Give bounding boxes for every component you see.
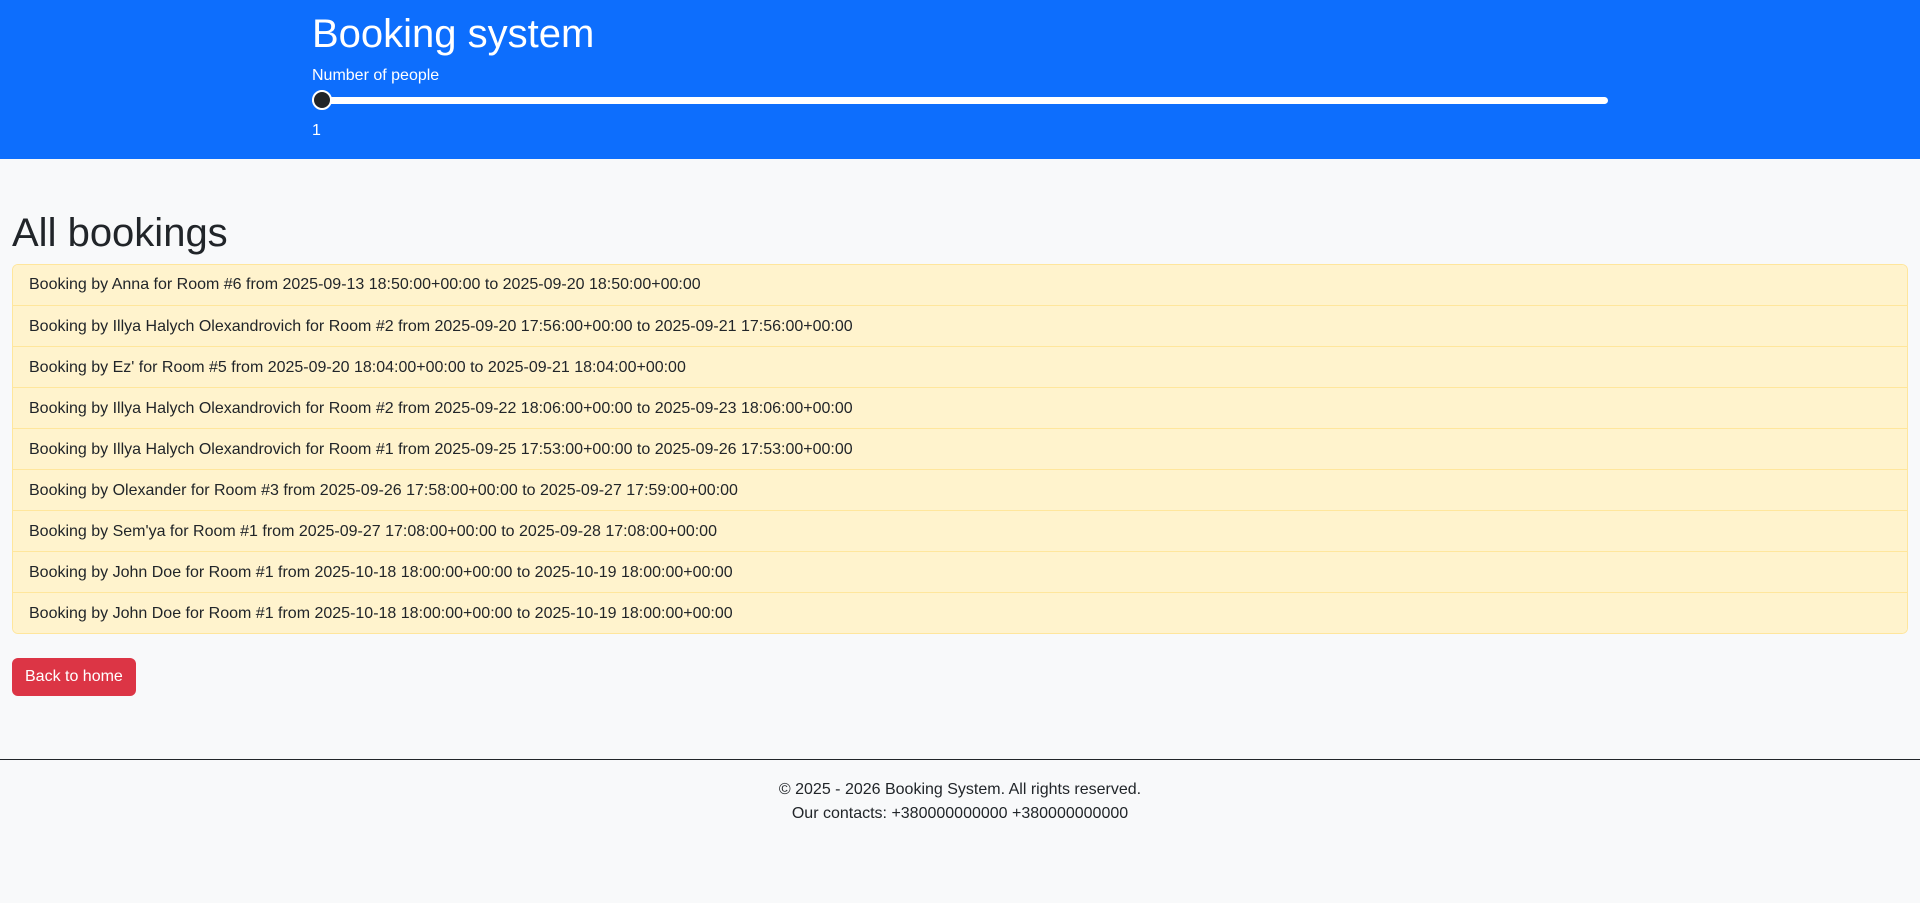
booking-item: Booking by John Doe for Room #1 from 202… (13, 551, 1907, 592)
booking-item: Booking by Illya Halych Olexandrovich fo… (13, 305, 1907, 346)
bookings-list: Booking by Anna for Room #6 from 2025-09… (12, 264, 1908, 634)
booking-item: Booking by Anna for Room #6 from 2025-09… (13, 265, 1907, 305)
booking-item: Booking by Illya Halych Olexandrovich fo… (13, 428, 1907, 469)
booking-item: Booking by Sem'ya for Room #1 from 2025-… (13, 510, 1907, 551)
app-title: Booking system (312, 12, 595, 56)
people-slider-label: Number of people (312, 67, 440, 84)
people-slider-track[interactable] (312, 97, 1608, 104)
footer: © 2025 - 2026 Booking System. All rights… (0, 759, 1920, 826)
people-slider-value: 1 (312, 122, 321, 139)
booking-item: Booking by Illya Halych Olexandrovich fo… (13, 387, 1907, 428)
footer-contacts: Our contacts: +380000000000 +38000000000… (791, 805, 1129, 822)
booking-item: Booking by Olexander for Room #3 from 20… (13, 469, 1907, 510)
booking-item: Booking by Ez' for Room #5 from 2025-09-… (13, 346, 1907, 387)
people-slider-thumb[interactable] (312, 90, 332, 110)
header: Booking system Number of people 1 (0, 0, 1920, 159)
footer-copyright: © 2025 - 2026 Booking System. All rights… (778, 781, 1142, 798)
page-title: All bookings (12, 211, 228, 255)
back-to-home-button[interactable]: Back to home (12, 658, 136, 696)
people-slider[interactable] (312, 90, 1608, 110)
booking-item: Booking by John Doe for Room #1 from 202… (13, 592, 1907, 633)
